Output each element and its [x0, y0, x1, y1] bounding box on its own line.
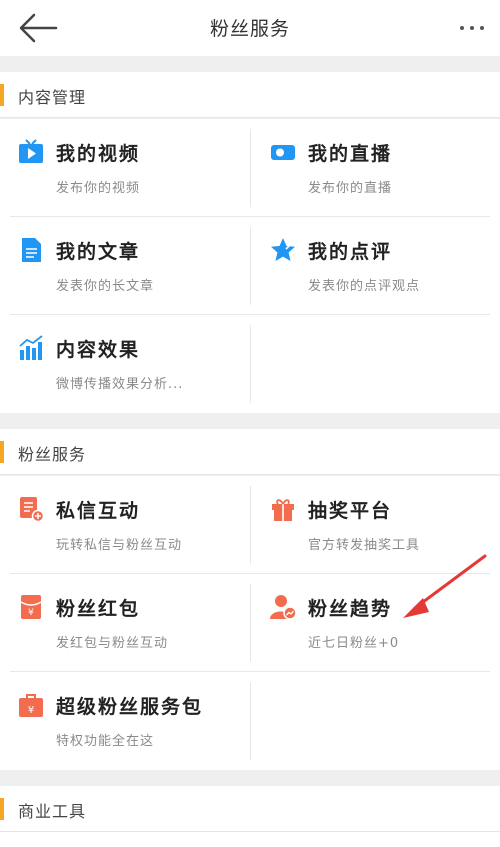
top-bar: 粉丝服务 [0, 0, 500, 56]
tile-my-reviews[interactable]: 我的点评 发表你的点评观点 [250, 217, 500, 315]
tile-title: 私信互动 [56, 500, 141, 522]
tile-subtitle: 发布你的视频 [56, 181, 141, 196]
tile-subtitle: 发表你的点评观点 [308, 279, 421, 294]
section-label: 商业工具 [18, 802, 87, 821]
tile-title: 我的直播 [308, 143, 393, 165]
service-bag-icon: ¥ [19, 694, 43, 717]
section-header-fan-service: 粉丝服务 [0, 429, 500, 475]
red-packet-icon: ¥ [20, 595, 42, 619]
tile-title: 抽奖平台 [308, 500, 393, 522]
tile-title: 粉丝红包 [56, 598, 141, 620]
section-accent-bar [0, 84, 4, 106]
section-header-business-tools: 商业工具 [0, 786, 500, 832]
tile-empty [250, 315, 500, 413]
tile-fan-red-packet[interactable]: ¥ 粉丝红包 发红包与粉丝互动 [0, 574, 250, 672]
tile-my-articles[interactable]: 我的文章 发表你的长文章 [0, 217, 250, 315]
tile-my-videos[interactable]: 我的视频 发布你的视频 [0, 119, 250, 217]
business-tools-grid [0, 832, 500, 847]
tile-title: 超级粉丝服务包 [56, 696, 204, 718]
svg-text:¥: ¥ [28, 705, 34, 716]
tile-subtitle: 特权功能全在这 [56, 734, 155, 749]
live-camera-icon [271, 145, 295, 160]
section-label: 粉丝服务 [18, 445, 87, 464]
tile-title: 粉丝趋势 [308, 598, 393, 620]
content-management-grid: 我的视频 发布你的视频 我的直播 发布你的直播 我的文章 发表你的长文章 我的点… [0, 119, 500, 413]
tile-subtitle: 发红包与粉丝互动 [56, 636, 169, 651]
star-review-icon [271, 237, 296, 261]
tile-content-effect[interactable]: 内容效果 微博传播效果分析... [0, 315, 250, 413]
tile-title: 内容效果 [56, 339, 141, 361]
red-arrow-annotation [403, 554, 487, 618]
tile-subtitle: 近七日粉丝+0 [308, 636, 400, 651]
page-title: 粉丝服务 [209, 18, 290, 40]
tile-title: 我的点评 [308, 241, 393, 263]
tile-subtitle: 微博传播效果分析... [56, 377, 184, 392]
tile-private-message[interactable]: 私信互动 玩转私信与粉丝互动 [0, 476, 250, 574]
message-add-icon [20, 497, 44, 522]
tile-subtitle: 官方转发抽奖工具 [308, 538, 421, 553]
tile-title: 我的视频 [56, 143, 141, 165]
section-header-content-management: 内容管理 [0, 72, 500, 118]
tile-super-fan-package[interactable]: ¥ 超级粉丝服务包 特权功能全在这 [0, 672, 250, 770]
tile-empty [250, 672, 500, 770]
tile-my-live[interactable]: 我的直播 发布你的直播 [250, 119, 500, 217]
section-accent-bar [0, 798, 4, 820]
document-icon [22, 238, 41, 262]
bar-chart-icon [19, 335, 43, 360]
section-label: 内容管理 [18, 88, 87, 107]
more-dots-icon[interactable] [454, 18, 490, 38]
tile-subtitle: 玩转私信与粉丝互动 [56, 538, 183, 553]
video-icon [19, 139, 43, 163]
section-accent-bar [0, 441, 4, 463]
tile-subtitle: 发布你的直播 [308, 181, 393, 196]
fans-trend-icon [270, 595, 296, 620]
svg-text:¥: ¥ [28, 608, 34, 618]
fan-service-grid: 私信互动 玩转私信与粉丝互动 抽奖平台 官方转发抽奖工具 ¥ 粉丝红包 发红包与… [0, 476, 500, 770]
tile-subtitle: 发表你的长文章 [56, 279, 155, 294]
tile-title: 我的文章 [56, 241, 141, 263]
gift-icon [272, 499, 294, 521]
